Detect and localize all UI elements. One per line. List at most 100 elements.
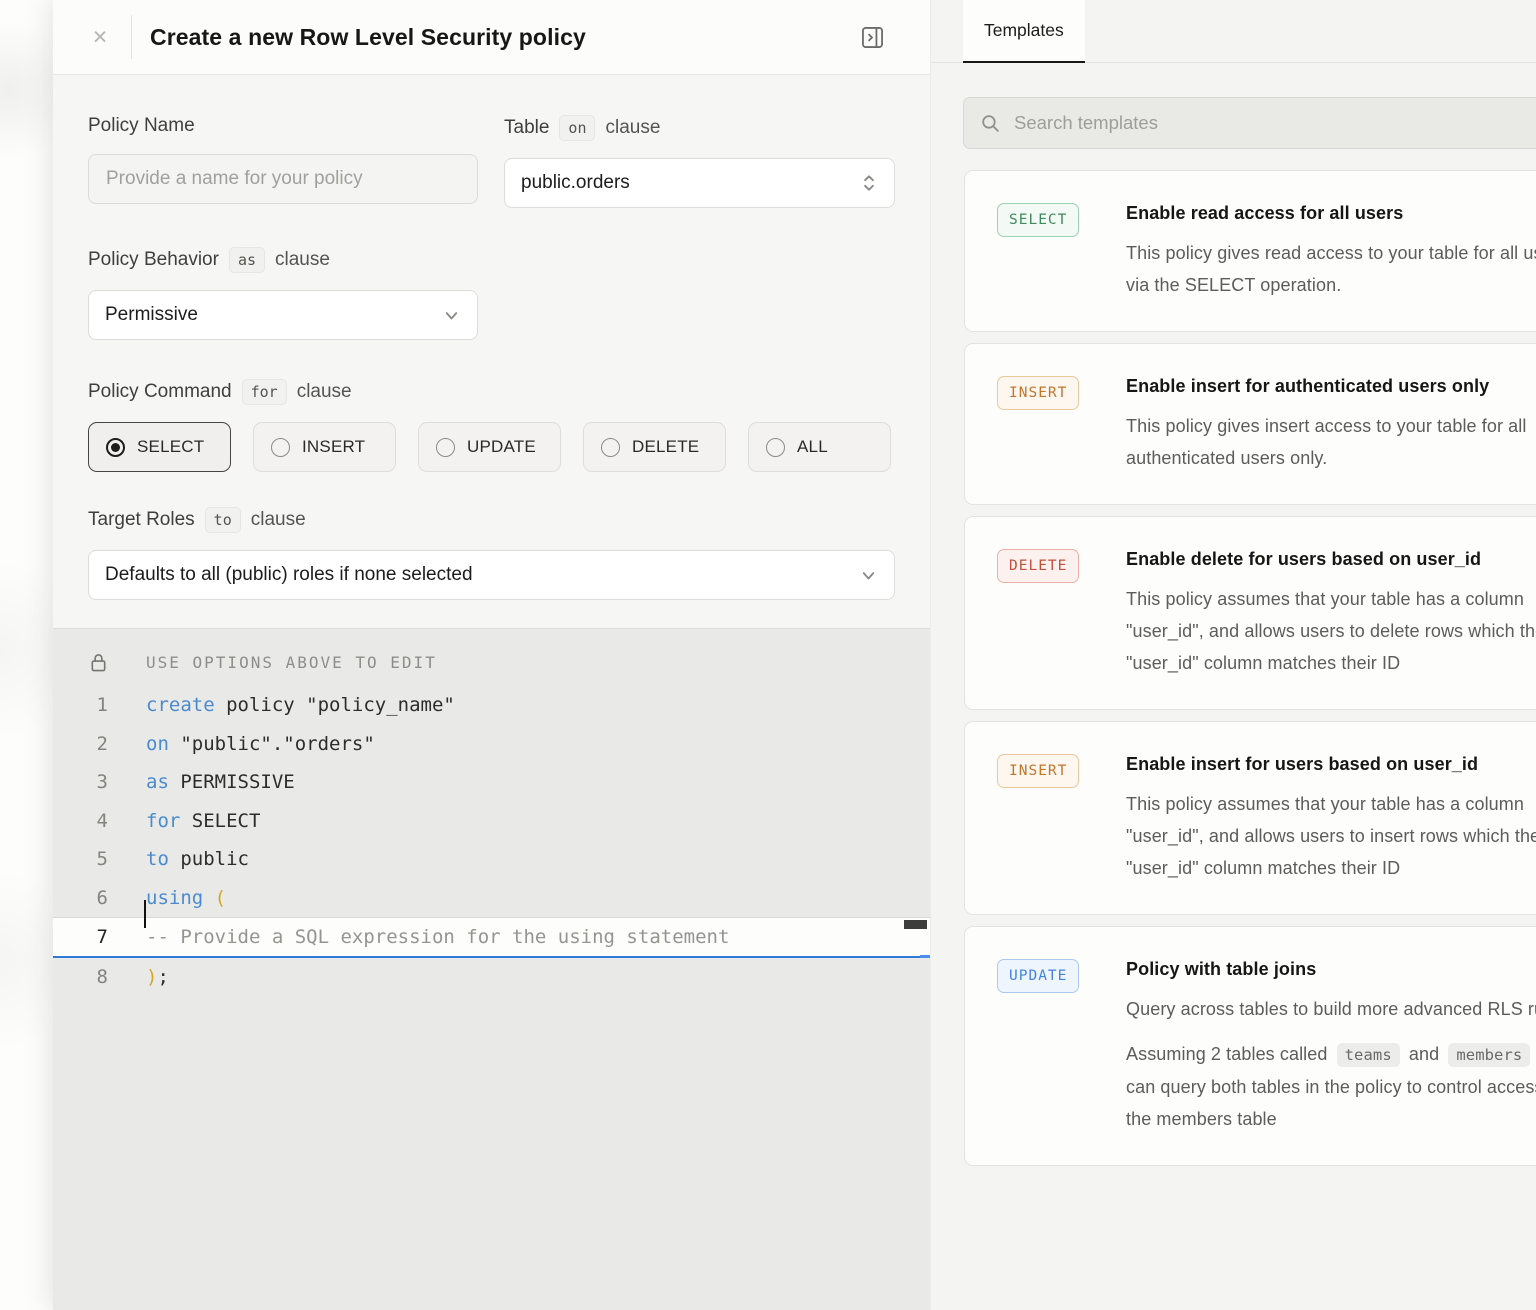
command-badge: SELECT xyxy=(997,203,1079,237)
template-title: Enable insert for users based on user_id xyxy=(1126,754,1536,775)
command-badge: INSERT xyxy=(997,754,1079,788)
command-option-delete[interactable]: DELETE xyxy=(583,422,726,472)
templates-panel: Templates SELECT Enable read access for … xyxy=(930,0,1536,1310)
roles-select-value: Defaults to all (public) roles if none s… xyxy=(105,564,859,586)
code-text: as PERMISSIVE xyxy=(123,771,295,793)
for-keyword-chip: for xyxy=(242,379,287,405)
rls-policy-dialog: × Create a new Row Level Security policy… xyxy=(53,0,930,1310)
code-line-3: 3 as PERMISSIVE xyxy=(53,763,930,802)
template-description: Assuming 2 tables called teams and membe… xyxy=(1126,1038,1536,1135)
code-text: using ( xyxy=(123,887,226,909)
command-badge: UPDATE xyxy=(997,959,1079,993)
template-description: This policy gives insert access to your … xyxy=(1126,410,1536,474)
command-badge: DELETE xyxy=(997,549,1079,583)
roles-label: Target Roles xyxy=(88,509,195,531)
editor-locked-note: USE OPTIONS ABOVE TO EDIT xyxy=(53,646,930,678)
code-text: -- Provide a SQL expression for the usin… xyxy=(123,926,729,948)
command-option-label: INSERT xyxy=(302,437,365,457)
template-title: Policy with table joins xyxy=(1126,959,1536,980)
command-option-update[interactable]: UPDATE xyxy=(418,422,561,472)
on-keyword-chip: on xyxy=(559,115,595,141)
radio-icon xyxy=(601,438,620,457)
line-number: 3 xyxy=(53,771,123,793)
command-label: Policy Command xyxy=(88,381,232,403)
policy-form: Policy Name Table on clause public.order… xyxy=(53,75,930,600)
command-option-insert[interactable]: INSERT xyxy=(253,422,396,472)
template-card-policy-with-table-joins[interactable]: UPDATE Policy with table joins Query acr… xyxy=(964,926,1536,1166)
radio-icon xyxy=(436,438,455,457)
line-number: 8 xyxy=(53,966,123,988)
command-options: SELECT INSERT UPDATE DELETE ALL xyxy=(88,422,895,472)
dialog-title: Create a new Row Level Security policy xyxy=(150,24,855,51)
code-line-5: 5 to public xyxy=(53,840,930,879)
command-option-label: SELECT xyxy=(137,437,204,457)
code-text: to public xyxy=(123,848,249,870)
header-divider xyxy=(131,15,132,59)
line-number: 5 xyxy=(53,848,123,870)
template-card-enable-insert-for-users-based-on-user-id[interactable]: INSERT Enable insert for users based on … xyxy=(964,721,1536,915)
command-option-label: DELETE xyxy=(632,437,699,457)
to-keyword-chip: to xyxy=(205,507,241,533)
command-option-all[interactable]: ALL xyxy=(748,422,891,472)
clause-word: clause xyxy=(297,381,352,403)
as-keyword-chip: as xyxy=(229,247,265,273)
template-description: Query across tables to build more advanc… xyxy=(1126,993,1536,1025)
templates-tabbar: Templates xyxy=(931,0,1536,63)
policy-name-label: Policy Name xyxy=(88,115,195,137)
clause-word: clause xyxy=(275,249,330,271)
table-label: Table xyxy=(504,117,549,139)
command-option-select[interactable]: SELECT xyxy=(88,422,231,472)
line-number: 6 xyxy=(53,887,123,909)
inline-code-chip: teams xyxy=(1337,1043,1400,1067)
template-title: Enable read access for all users xyxy=(1126,203,1536,224)
text-cursor xyxy=(144,900,146,928)
code-text: for SELECT xyxy=(123,810,260,832)
collapse-panel-icon[interactable] xyxy=(855,20,890,55)
clause-word: clause xyxy=(251,509,306,531)
page-backdrop xyxy=(0,0,53,1310)
table-select[interactable]: public.orders xyxy=(504,158,895,208)
code-line-7[interactable]: 7 -- Provide a SQL expression for the us… xyxy=(53,917,930,958)
dialog-header: × Create a new Row Level Security policy xyxy=(53,0,930,75)
sql-editor[interactable]: USE OPTIONS ABOVE TO EDIT 1 create polic… xyxy=(53,628,930,1310)
line-number: 4 xyxy=(53,810,123,832)
table-select-value: public.orders xyxy=(521,172,860,194)
chevron-down-icon xyxy=(859,566,878,585)
line-number: 7 xyxy=(53,926,123,948)
behavior-select-value: Permissive xyxy=(105,304,442,326)
radio-icon xyxy=(106,438,125,457)
template-description: This policy assumes that your table has … xyxy=(1126,788,1536,884)
behavior-select[interactable]: Permissive xyxy=(88,290,478,340)
overview-ruler-marker xyxy=(904,920,927,929)
code-text: ); xyxy=(123,966,169,988)
tab-templates[interactable]: Templates xyxy=(963,0,1085,63)
roles-select[interactable]: Defaults to all (public) roles if none s… xyxy=(88,550,895,600)
search-input[interactable] xyxy=(1014,112,1536,134)
clause-word: clause xyxy=(605,117,660,139)
behavior-label: Policy Behavior xyxy=(88,249,219,271)
inline-code-chip: members xyxy=(1448,1043,1530,1067)
chevron-up-down-icon xyxy=(860,173,878,193)
code-line-8: 8 ); xyxy=(53,958,930,997)
template-title: Enable insert for authenticated users on… xyxy=(1126,376,1536,397)
code-line-1: 1 create policy "policy_name" xyxy=(53,686,930,725)
template-cards: SELECT Enable read access for all users … xyxy=(964,170,1536,1166)
template-card-enable-insert-for-authenticated-users-on[interactable]: INSERT Enable insert for authenticated u… xyxy=(964,343,1536,505)
close-icon[interactable]: × xyxy=(83,20,117,54)
template-title: Enable delete for users based on user_id xyxy=(1126,549,1536,570)
code-text: on "public"."orders" xyxy=(123,733,375,755)
policy-name-input[interactable] xyxy=(88,154,478,204)
command-option-label: UPDATE xyxy=(467,437,536,457)
template-description: This policy assumes that your table has … xyxy=(1126,583,1536,679)
radio-icon xyxy=(271,438,290,457)
template-search xyxy=(963,97,1536,149)
template-description: This policy gives read access to your ta… xyxy=(1126,237,1536,301)
code-line-4: 4 for SELECT xyxy=(53,802,930,841)
code-line-2: 2 on "public"."orders" xyxy=(53,725,930,764)
search-icon xyxy=(980,113,1001,134)
code-lines: 1 create policy "policy_name" 2 on "publ… xyxy=(53,686,930,997)
line-number: 1 xyxy=(53,694,123,716)
command-badge: INSERT xyxy=(997,376,1079,410)
template-card-enable-delete-for-users-based-on-user-id[interactable]: DELETE Enable delete for users based on … xyxy=(964,516,1536,710)
template-card-enable-read-access-for-all-users[interactable]: SELECT Enable read access for all users … xyxy=(964,170,1536,332)
